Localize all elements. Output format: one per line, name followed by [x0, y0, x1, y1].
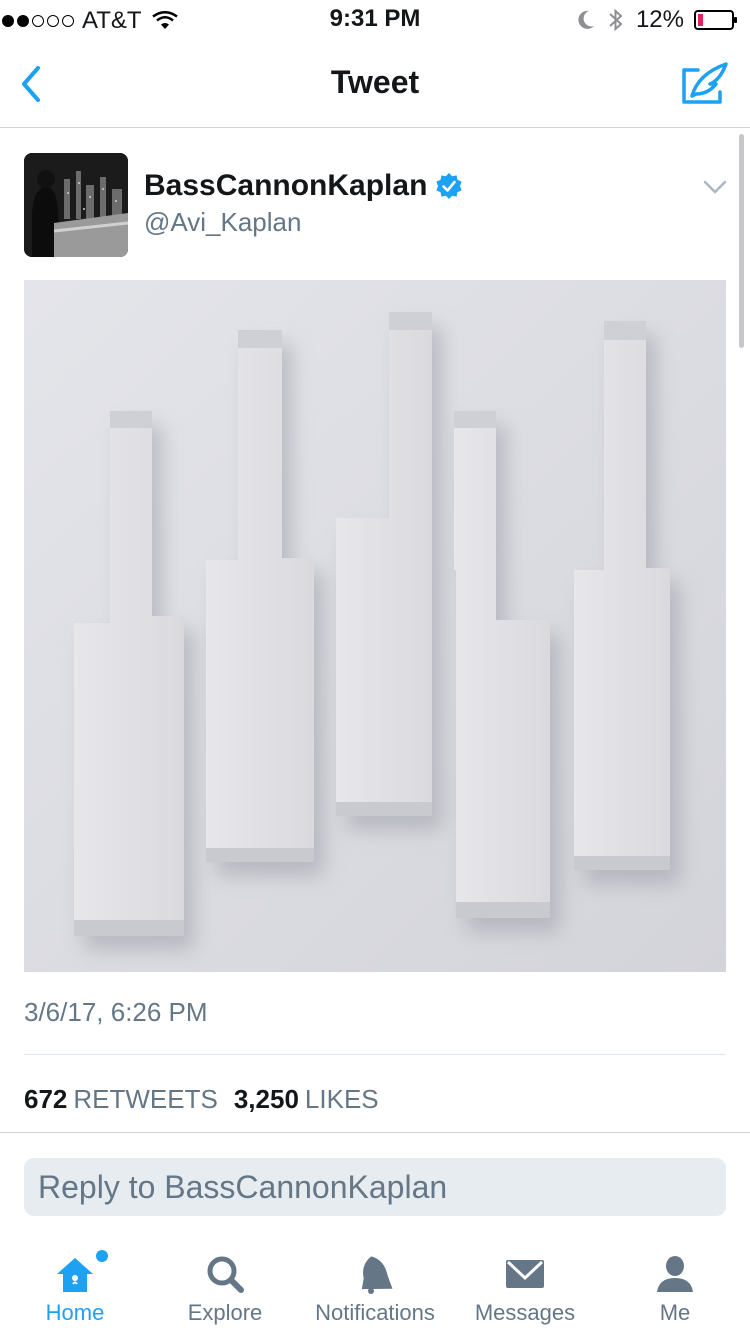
notification-dot — [96, 1250, 108, 1262]
user-handle[interactable]: @Avi_Kaplan — [144, 207, 301, 238]
display-name-text: BassCannonKaplan — [144, 169, 428, 202]
tab-notifications[interactable]: Notifications — [300, 1240, 450, 1334]
tab-messages-label: Messages — [474, 1300, 576, 1325]
reply-input[interactable]: Reply to BassCannonKaplan — [24, 1158, 726, 1216]
tweet-stats: 672 RETWEETS 3,250 LIKES — [24, 1084, 379, 1115]
retweets-label: RETWEETS — [73, 1084, 218, 1114]
tweet-timestamp: 3/6/17, 6:26 PM — [24, 997, 208, 1027]
retweets-count: 672 — [24, 1084, 68, 1114]
likes-stat[interactable]: 3,250 LIKES — [234, 1084, 379, 1115]
likes-count: 3,250 — [233, 1084, 299, 1114]
compose-button[interactable] — [680, 60, 730, 108]
search-icon — [207, 1256, 244, 1293]
reply-placeholder: Reply to BassCannonKaplan — [38, 1168, 448, 1205]
piano-keys-image — [24, 280, 726, 972]
tweet-options-button[interactable] — [702, 177, 728, 197]
verified-badge-icon — [436, 173, 462, 199]
tab-me-label: Me — [659, 1300, 691, 1325]
tab-notifications-label: Notifications — [315, 1300, 435, 1325]
battery-percent: 12% — [635, 6, 684, 33]
compose-icon — [682, 62, 728, 104]
moon-icon — [578, 10, 594, 29]
tab-home[interactable]: Home — [0, 1240, 150, 1334]
scrollbar[interactable] — [739, 134, 744, 348]
retweets-stat[interactable]: 672 RETWEETS — [24, 1084, 218, 1115]
divider — [0, 1132, 750, 1133]
navigation-bar: Tweet — [0, 40, 750, 128]
avatar-image — [24, 153, 128, 257]
tab-bar: Home Explore Notifications Messages Me — [0, 1240, 750, 1334]
avatar[interactable] — [24, 153, 128, 257]
tweet-media-image[interactable] — [24, 280, 726, 972]
tab-explore[interactable]: Explore — [150, 1240, 300, 1334]
tab-me[interactable]: Me — [600, 1240, 750, 1334]
tab-messages[interactable]: Messages — [450, 1240, 600, 1334]
likes-label: LIKES — [304, 1084, 379, 1114]
bell-icon — [361, 1256, 393, 1294]
home-icon — [57, 1258, 93, 1292]
display-name[interactable]: BassCannonKaplan — [144, 169, 463, 203]
divider — [24, 1054, 726, 1055]
page-title: Tweet — [330, 64, 420, 100]
tab-home-label: Home — [45, 1300, 105, 1325]
battery-icon — [694, 10, 737, 30]
status-bar: AT&T 9:31 PM 12% — [0, 0, 750, 40]
envelope-icon — [506, 1260, 544, 1288]
bluetooth-icon — [609, 8, 623, 32]
person-icon — [657, 1256, 693, 1292]
chevron-down-icon — [703, 180, 727, 194]
tab-explore-label: Explore — [187, 1300, 263, 1325]
